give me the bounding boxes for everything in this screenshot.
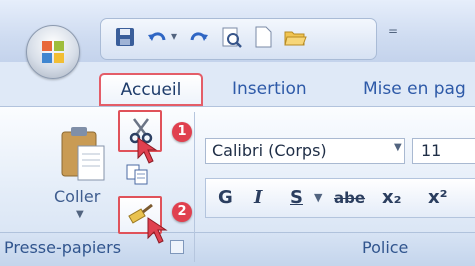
group-separator (194, 112, 195, 262)
underline-dropdown-icon[interactable]: ▼ (314, 185, 322, 211)
paste-button-label[interactable]: Coller (54, 187, 100, 206)
subscript-button[interactable]: x₂ (382, 185, 402, 211)
office-button[interactable] (26, 25, 80, 79)
callout-badge-2: 2 (172, 202, 192, 222)
tab-accueil[interactable]: Accueil (99, 73, 203, 106)
print-preview-icon[interactable] (219, 25, 243, 49)
callout-badge-1: 1 (172, 122, 192, 142)
font-name-dropdown-icon[interactable]: ▼ (394, 142, 402, 153)
font-size-combobox[interactable]: 11 (412, 138, 475, 164)
copy-icon[interactable] (124, 164, 154, 186)
paste-dropdown-icon[interactable]: ▼ (76, 209, 84, 220)
new-document-icon[interactable] (251, 25, 275, 49)
office-logo-icon (42, 41, 64, 63)
format-toolbar: G I S ▼ abe x₂ x² (205, 178, 475, 218)
italic-button[interactable]: I (254, 185, 262, 211)
undo-dropdown-icon[interactable]: ▾ (171, 29, 177, 43)
save-icon[interactable] (113, 25, 137, 49)
superscript-button[interactable]: x² (428, 185, 448, 211)
cursor-pointer-icon-2 (147, 217, 168, 244)
cursor-pointer-icon (137, 137, 158, 164)
underline-button[interactable]: S (290, 185, 303, 211)
undo-icon[interactable] (145, 25, 169, 49)
open-folder-icon[interactable] (283, 25, 307, 49)
customize-qat-button[interactable]: = (388, 24, 398, 38)
tab-insertion[interactable]: Insertion (232, 74, 307, 104)
quick-access-toolbar: ▾ (100, 18, 377, 60)
bold-button[interactable]: G (218, 185, 233, 211)
clipboard-group-label: Presse-papiers (4, 238, 122, 257)
redo-icon[interactable] (187, 25, 211, 49)
tab-mise-en-page[interactable]: Mise en pag (363, 74, 466, 104)
paste-clipboard-icon[interactable] (58, 124, 108, 186)
dialog-launcher-icon[interactable] (170, 240, 184, 254)
font-name-combobox[interactable]: Calibri (Corps) (205, 138, 405, 164)
font-group-label: Police (362, 238, 409, 257)
strikethrough-button[interactable]: abe (334, 185, 365, 211)
